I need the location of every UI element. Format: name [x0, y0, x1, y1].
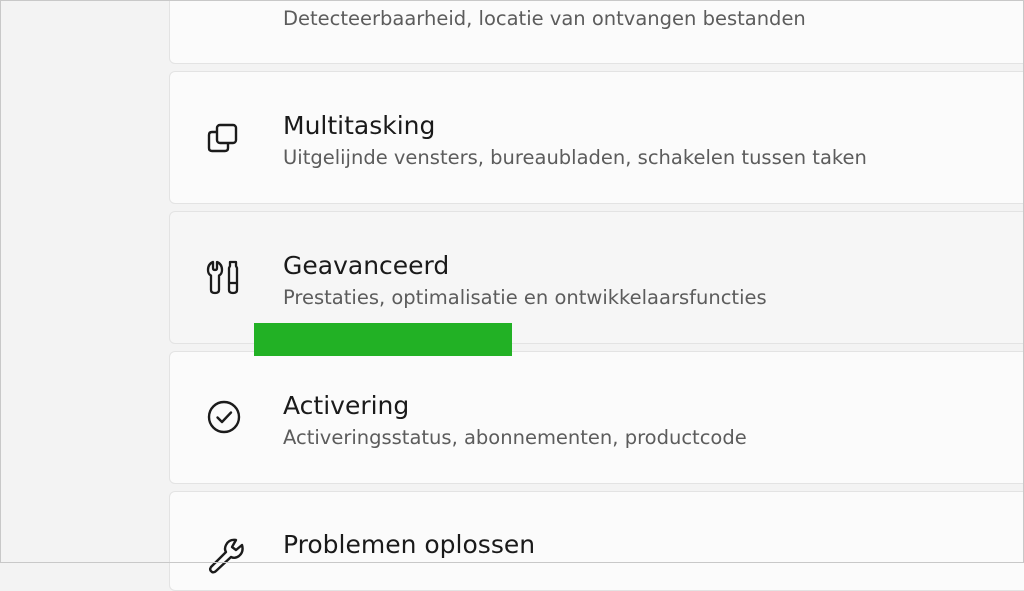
highlight-marker: [254, 323, 512, 356]
setting-card-nearby-sharing[interactable]: Detecteerbaarheid, locatie van ontvangen…: [169, 0, 1024, 64]
nearby-sharing-icon: [203, 0, 247, 3]
setting-title-activation: Activering: [283, 391, 410, 420]
advanced-tools-icon: [206, 260, 239, 295]
setting-card-troubleshoot[interactable]: Problemen oplossen: [169, 491, 1024, 591]
check-circle-icon: [207, 400, 241, 434]
setting-title-multitasking: Multitasking: [283, 111, 436, 140]
setting-card-activation[interactable]: Activering Activeringsstatus, abonnement…: [169, 351, 1024, 484]
setting-subtitle-activation: Activeringsstatus, abonnementen, product…: [283, 426, 747, 449]
setting-title-troubleshoot: Problemen oplossen: [283, 530, 536, 559]
settings-list: Detecteerbaarheid, locatie van ontvangen…: [0, 0, 1024, 591]
multitasking-icon: [207, 123, 238, 153]
setting-subtitle-advanced: Prestaties, optimalisatie en ontwikkelaa…: [283, 286, 767, 309]
setting-title-advanced: Geavanceerd: [283, 251, 450, 280]
setting-subtitle-multitasking: Uitgelijnde vensters, bureaubladen, scha…: [283, 146, 867, 169]
wrench-icon: [209, 538, 244, 574]
setting-card-multitasking[interactable]: Multitasking Uitgelijnde vensters, burea…: [169, 71, 1024, 204]
setting-subtitle-nearby-sharing: Detecteerbaarheid, locatie van ontvangen…: [283, 7, 806, 30]
